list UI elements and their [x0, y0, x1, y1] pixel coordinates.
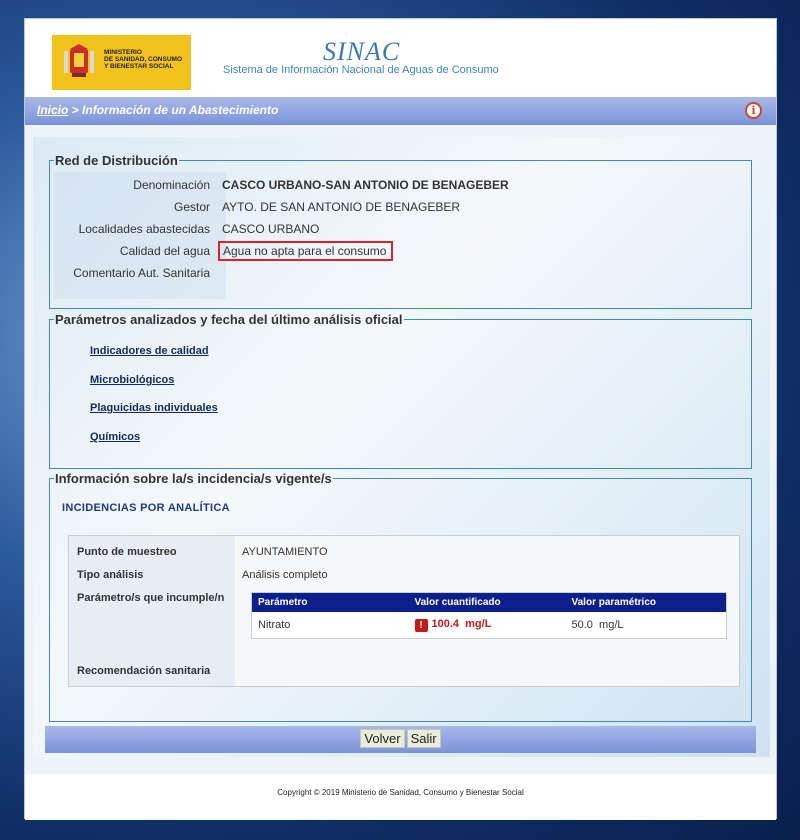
punto-label: Punto de muestreo [77, 546, 177, 558]
section-legend: Parámetros analizados y fecha del último… [55, 312, 403, 327]
field-value: AYTO. DE SAN ANTONIO DE BENAGEBER [222, 200, 461, 214]
incidencia-detail: Punto de muestreo AYUNTAMIENTO Tipo anál… [68, 535, 740, 687]
water-quality-status: Agua no apta para el consumo [218, 241, 394, 261]
link-indicadores[interactable]: Indicadores de calidad [90, 345, 209, 357]
cell-parametro: Nitrato [258, 619, 291, 631]
breadcrumb-separator: > [68, 103, 83, 117]
punto-value: AYUNTAMIENTO [242, 546, 328, 558]
action-bar: Volver Salir [45, 726, 756, 753]
breadcrumb: Inicio > Información de un Abastecimient… [25, 97, 776, 125]
label-column [69, 536, 235, 686]
header: MINISTERIO DE SANIDAD, CONSUMO Y BIENEST… [25, 19, 776, 97]
parametrico-unit: mg/L [599, 619, 624, 631]
link-quimicos[interactable]: Químicos [90, 431, 140, 443]
field-value: CASCO URBANO-SAN ANTONIO DE BENAGEBER [222, 178, 509, 192]
header-parametro: Parámetro [251, 592, 409, 612]
valor-unit: mg/L [465, 618, 492, 630]
incidencias-subtitle: INCIDENCIAS POR ANALÍTICA [62, 502, 230, 514]
breadcrumb-current: Información de un Abastecimiento [82, 103, 279, 117]
section-legend: Información sobre la/s incidencia/s vige… [55, 471, 332, 486]
copyright-text: Copyright © 2019 Ministerio de Sanidad, … [277, 788, 524, 797]
incumple-label: Parámetro/s que incumple/n [77, 592, 225, 604]
info-icon[interactable]: i [745, 102, 762, 119]
field-label: Denominación [133, 178, 210, 192]
ministry-logo: MINISTERIO DE SANIDAD, CONSUMO Y BIENEST… [52, 35, 191, 90]
app-title: SINAC [323, 37, 401, 66]
page-container: MINISTERIO DE SANIDAD, CONSUMO Y BIENEST… [24, 18, 777, 820]
table-header-row: Parámetro Valor cuantificado Valor param… [251, 592, 727, 612]
field-value: CASCO URBANO [222, 222, 320, 236]
salir-button[interactable]: Salir [406, 729, 441, 748]
field-label: Gestor [173, 200, 210, 214]
volver-button[interactable]: Volver [360, 729, 405, 748]
recomendacion-label: Recomendación sanitaria [77, 665, 211, 677]
logo-line: MINISTERIO [104, 49, 142, 56]
tipo-label: Tipo análisis [77, 569, 144, 581]
main-content: Red de Distribución Denominación CASCO U… [33, 137, 770, 757]
link-microbiologicos[interactable]: Microbiológicos [90, 374, 174, 386]
cell-valor: ! 100.4 mg/L [409, 612, 566, 639]
header-valor-parametrico: Valor paramétrico [565, 592, 727, 612]
valor-number: 100.4 [431, 618, 460, 630]
header-valor-cuantificado: Valor cuantificado [408, 592, 566, 612]
parameters-table: Parámetro Valor cuantificado Valor param… [251, 592, 727, 639]
field-label: Calidad del agua [119, 244, 210, 258]
incidencias-section: Información sobre la/s incidencia/s vige… [49, 471, 752, 722]
parametros-section: Parámetros analizados y fecha del último… [49, 312, 752, 469]
app-subtitle: Sistema de Información Nacional de Aguas… [223, 64, 499, 76]
logo-line: Y BIENESTAR SOCIAL [104, 63, 174, 70]
parametrico-number: 50.0 [571, 619, 593, 631]
section-legend: Red de Distribución [55, 153, 178, 168]
alert-icon: ! [414, 619, 428, 632]
footer: Copyright © 2019 Ministerio de Sanidad, … [25, 774, 776, 820]
field-label: Localidades abastecidas [78, 222, 210, 236]
link-plaguicidas[interactable]: Plaguicidas individuales [90, 402, 218, 414]
breadcrumb-home-link[interactable]: Inicio [37, 103, 68, 117]
ministry-logo-text: MINISTERIO DE SANIDAD, CONSUMO Y BIENEST… [104, 49, 182, 70]
cell-parametrico: 50.0 mg/L [566, 612, 727, 639]
logo-line: DE SANIDAD, CONSUMO [104, 56, 183, 63]
coat-of-arms-icon [64, 44, 94, 77]
field-label: Comentario Aut. Sanitaria [73, 266, 210, 280]
red-distribucion-section: Red de Distribución Denominación CASCO U… [49, 153, 752, 309]
table-row: Nitrato ! 100.4 mg/L 50.0 mg/L [252, 612, 727, 639]
tipo-value: Análisis completo [242, 569, 328, 581]
